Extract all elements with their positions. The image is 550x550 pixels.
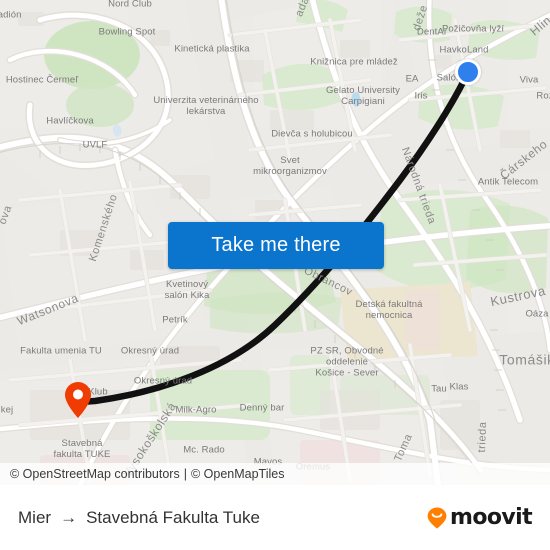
trip-origin-label: Mier	[18, 507, 52, 527]
moovit-wordmark: moovit	[450, 505, 533, 530]
attribution-osm[interactable]: © OpenStreetMap contributors	[10, 467, 180, 481]
map-attribution: © OpenStreetMap contributors | © OpenMap…	[0, 463, 550, 485]
moovit-pin-icon	[427, 507, 447, 528]
map-pin-icon	[65, 382, 91, 418]
trip-footer: Mier → Stavebná Fakulta Tuke moovit	[0, 485, 550, 550]
arrow-right-icon: →	[60, 507, 78, 527]
moovit-trip-map-screen: .road-cas { stroke:#ffffff; stroke-linec…	[0, 0, 550, 550]
map-canvas[interactable]: .road-cas { stroke:#ffffff; stroke-linec…	[0, 0, 550, 485]
take-me-there-button[interactable]: Take me there	[168, 222, 384, 269]
moovit-logo[interactable]: moovit	[425, 505, 533, 530]
destination-marker[interactable]	[63, 381, 93, 419]
origin-marker[interactable]	[455, 59, 481, 85]
attribution-maptiles[interactable]: © OpenMapTiles	[191, 467, 285, 481]
trip-summary: Mier → Stavebná Fakulta Tuke	[18, 508, 260, 528]
trip-destination-label: Stavebná Fakulta Tuke	[86, 507, 260, 527]
attribution-separator: |	[183, 467, 187, 481]
